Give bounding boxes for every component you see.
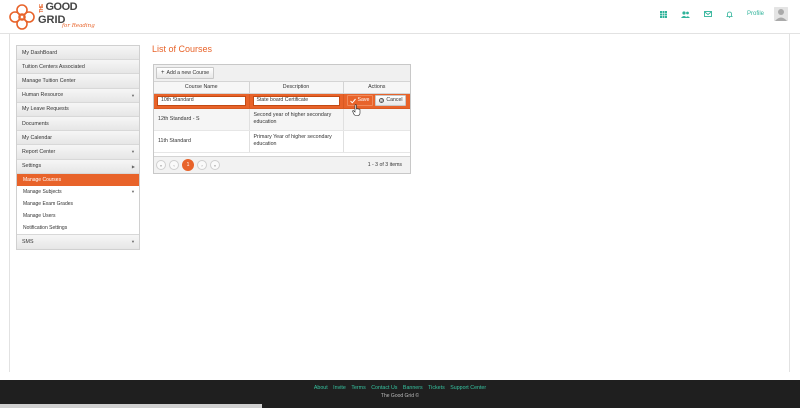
footer-links: About Invite Terms Contact Us Banners Ti… [0, 385, 800, 391]
check-icon [349, 98, 356, 104]
sidebar-item-tuition-centers-associated[interactable]: Tuition Centers Associated [17, 60, 139, 75]
sidebar-sub-label: Manage Users [23, 212, 56, 219]
sidebar-sub-manage-courses[interactable]: Manage Courses [17, 173, 139, 186]
cancel-button[interactable]: ⊘ Cancel [375, 95, 407, 106]
users-icon[interactable] [675, 0, 697, 28]
bell-icon[interactable] [719, 0, 741, 28]
brand-logo[interactable]: THEGOOD GRID for Reading [8, 2, 98, 33]
top-navigation: Profile [653, 0, 800, 28]
save-label: Save [357, 97, 370, 103]
sidebar-item-label: My DashBoard [22, 49, 58, 56]
column-header-description[interactable]: Description [249, 82, 344, 94]
footer-copyright: The Good Grid © [380, 393, 420, 399]
mail-icon[interactable] [697, 0, 719, 28]
sidebar-item-manage-tuition-center[interactable]: Manage Tuition Center [17, 74, 139, 89]
sidebar-sub-manage-users[interactable]: Manage Users [17, 209, 139, 222]
grid-toolbar: + Add a new Course [154, 65, 410, 82]
caret-down-icon: ▼ [131, 189, 135, 195]
description-cell: Primary Year of higher secondary educati… [249, 130, 344, 153]
footer-link-support-center[interactable]: Support Center [450, 385, 486, 391]
table-row[interactable]: 11th Standard Primary Year of higher sec… [154, 130, 410, 153]
current-page-button[interactable]: 1 [182, 159, 194, 171]
avatar[interactable] [774, 7, 788, 21]
sidebar-sub-notification-settings[interactable]: Notification Settings [17, 221, 139, 234]
sidebar-sub-label: Manage Subjects [23, 188, 62, 195]
sidebar-item-dashboard[interactable]: My DashBoard [17, 46, 139, 61]
add-course-label: Add a new Course [166, 70, 210, 76]
table-row-editing: 10th Standard State board Certificate Sa… [154, 93, 410, 109]
footer-link-invite[interactable]: Invite [333, 385, 346, 391]
sidebar-item-label: Manage Tuition Center [22, 77, 76, 84]
profile-link[interactable]: Profile [747, 11, 764, 17]
top-header: THEGOOD GRID for Reading Profile [0, 0, 800, 34]
sidebar-item-label: Documents [22, 120, 49, 127]
plus-icon: + [161, 70, 165, 76]
footer-link-tickets[interactable]: Tickets [428, 385, 445, 391]
flower-logo-icon [9, 4, 35, 30]
description-cell: Second year of higher secondary educatio… [249, 108, 344, 131]
table-row[interactable]: 12th Standard - S Second year of higher … [154, 108, 410, 131]
sidebar-item-calendar[interactable]: My Calendar [17, 131, 139, 146]
grid-icon[interactable] [653, 0, 675, 28]
sidebar-item-human-resource[interactable]: Human Resource ▼ [17, 88, 139, 103]
sidebar-item-label: My Leave Requests [22, 106, 69, 113]
sidebar-item-label: My Calendar [22, 134, 53, 141]
sidebar-sub-label: Manage Courses [23, 176, 62, 183]
prev-page-button[interactable]: ‹ [169, 160, 179, 170]
footer-link-banners[interactable]: Banners [403, 385, 423, 391]
sidebar-item-documents[interactable]: Documents [17, 116, 139, 132]
cancel-circle-icon: ⊘ [379, 98, 385, 103]
page-title: List of Courses [152, 44, 213, 54]
sidebar-sub-label: Notification Settings [23, 224, 68, 231]
courses-grid: + Add a new Course Course Name Descripti… [153, 64, 411, 174]
sidebar-item-label: SMS [22, 238, 34, 245]
pager-info: 1 - 3 of 3 items [367, 162, 402, 168]
last-page-button[interactable]: » [210, 160, 220, 170]
column-header-course-name[interactable]: Course Name [154, 82, 250, 94]
column-header-actions: Actions [343, 82, 410, 94]
description-input[interactable]: State board Certificate [252, 95, 340, 106]
footer-link-terms[interactable]: Terms [351, 385, 365, 391]
caret-down-icon: ▼ [131, 238, 135, 244]
sidebar-item-label: Report Center [22, 148, 56, 155]
sidebar-item-label: Tuition Centers Associated [22, 63, 85, 70]
caret-right-icon: ▶ [131, 163, 135, 169]
user-avatar-icon [774, 7, 788, 21]
grid-pager: « ‹ 1 › » 1 - 3 of 3 items [154, 156, 410, 173]
footer-link-contact-us[interactable]: Contact Us [371, 385, 397, 391]
sidebar-item-label: Human Resource [22, 92, 64, 99]
actions-cell [343, 130, 410, 153]
sidebar-item-report-center[interactable]: Report Center ▼ [17, 145, 139, 160]
course-name-cell: 12th Standard - S [154, 108, 250, 131]
sidebar-item-label: Settings [22, 163, 42, 170]
course-name-input[interactable]: 10th Standard [157, 95, 246, 106]
caret-down-icon: ▼ [131, 92, 135, 98]
cancel-label: Cancel [386, 97, 403, 103]
horizontal-scrollbar[interactable] [0, 404, 262, 408]
first-page-button[interactable]: « [156, 160, 166, 170]
sidebar-item-sms[interactable]: SMS ▼ [17, 234, 139, 249]
sidebar-item-leave-requests[interactable]: My Leave Requests [17, 102, 139, 117]
sidebar-sub-manage-exam-grades[interactable]: Manage Exam Grades [17, 197, 139, 210]
footer-link-about[interactable]: About [314, 385, 328, 391]
brand-tagline: for Reading [62, 23, 95, 29]
sidebar-sub-label: Manage Exam Grades [23, 200, 74, 207]
course-name-cell: 11th Standard [154, 130, 250, 153]
sidebar-menu: My DashBoard Tuition Centers Associated … [16, 45, 140, 250]
courses-table: Course Name Description Actions 10th Sta… [154, 82, 410, 153]
sidebar-item-settings[interactable]: Settings ▶ [17, 159, 139, 174]
hand-cursor-icon [352, 104, 361, 116]
caret-down-icon: ▼ [131, 149, 135, 155]
sidebar-sub-manage-subjects[interactable]: Manage Subjects ▼ [17, 185, 139, 198]
next-page-button[interactable]: › [197, 160, 207, 170]
add-course-button[interactable]: + Add a new Course [156, 67, 215, 79]
